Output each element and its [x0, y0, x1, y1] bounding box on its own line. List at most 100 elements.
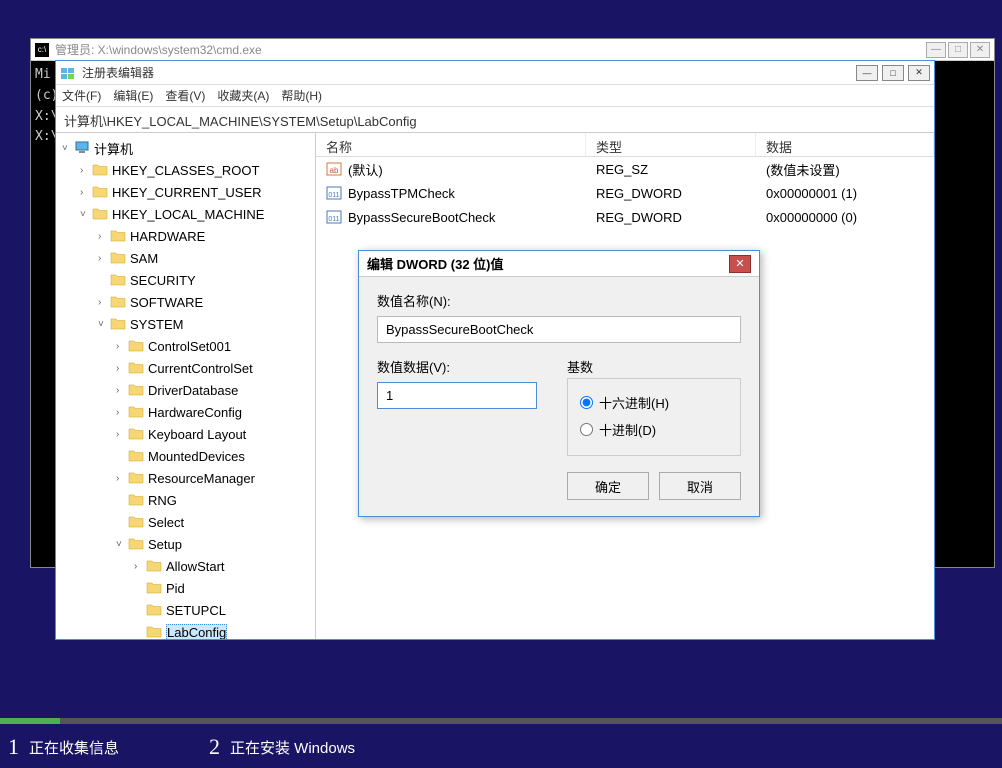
expand-icon[interactable]: › [116, 473, 128, 484]
tree-item[interactable]: ˅Setup [58, 533, 313, 555]
install-progress [0, 718, 1002, 724]
expand-icon[interactable]: › [80, 165, 92, 176]
menu-favorites[interactable]: 收藏夹(A) [217, 87, 269, 104]
col-data[interactable]: 数据 [756, 133, 934, 156]
tree-item[interactable]: RNG [58, 489, 313, 511]
dialog-title: 编辑 DWORD (32 位)值 [367, 254, 504, 273]
menu-edit[interactable]: 编辑(E) [113, 87, 153, 104]
tree-item[interactable]: Pid [58, 577, 313, 599]
value-icon: 011 [326, 209, 342, 225]
ok-button[interactable]: 确定 [567, 472, 649, 500]
edit-dword-dialog: 编辑 DWORD (32 位)值 ✕ 数值名称(N): BypassSecure… [358, 250, 760, 517]
radio-dec-input[interactable] [580, 423, 593, 436]
folder-icon [128, 339, 144, 353]
tree-item[interactable]: ›ResourceManager [58, 467, 313, 489]
folder-icon [128, 449, 144, 463]
list-row[interactable]: 011BypassTPMCheckREG_DWORD0x00000001 (1) [316, 181, 934, 205]
minimize-button[interactable]: — [856, 65, 878, 81]
maximize-button[interactable]: □ [948, 42, 968, 58]
radio-hex-input[interactable] [580, 396, 593, 409]
col-type[interactable]: 类型 [586, 133, 756, 156]
folder-icon [110, 295, 126, 309]
folder-icon [128, 515, 144, 529]
tree-item[interactable]: ›SOFTWARE [58, 291, 313, 313]
maximize-button[interactable]: □ [882, 65, 904, 81]
tree-item[interactable]: MountedDevices [58, 445, 313, 467]
tree-item[interactable]: ›Keyboard Layout [58, 423, 313, 445]
cmd-titlebar[interactable]: c:\ 管理员: X:\windows\system32\cmd.exe — □… [31, 39, 994, 61]
expand-icon[interactable]: ˅ [80, 209, 92, 220]
menu-help[interactable]: 帮助(H) [281, 87, 322, 104]
tree-item[interactable]: ›AllowStart [58, 555, 313, 577]
close-button[interactable]: ✕ [908, 65, 930, 81]
tree-item[interactable]: ›HardwareConfig [58, 401, 313, 423]
svg-text:011: 011 [328, 216, 339, 223]
tree-item[interactable]: LabConfig [58, 621, 313, 639]
expand-icon[interactable]: › [98, 231, 110, 242]
close-button[interactable]: ✕ [970, 42, 990, 58]
tree-item[interactable]: ›CurrentControlSet [58, 357, 313, 379]
expand-icon[interactable]: › [134, 561, 146, 572]
value-data-input[interactable] [377, 382, 537, 409]
expand-icon[interactable]: › [116, 341, 128, 352]
expand-icon[interactable]: › [98, 297, 110, 308]
tree-panel[interactable]: ˅计算机›HKEY_CLASSES_ROOT›HKEY_CURRENT_USER… [56, 133, 316, 639]
tree-item[interactable]: Select [58, 511, 313, 533]
dialog-titlebar[interactable]: 编辑 DWORD (32 位)值 ✕ [359, 251, 759, 277]
list-row[interactable]: 011BypassSecureBootCheckREG_DWORD0x00000… [316, 205, 934, 229]
folder-icon [128, 427, 144, 441]
expand-icon[interactable]: ˅ [98, 319, 110, 330]
tree-item[interactable]: ›DriverDatabase [58, 379, 313, 401]
tree-item[interactable]: SETUPCL [58, 599, 313, 621]
folder-icon [92, 163, 108, 177]
expand-icon[interactable]: ˅ [116, 539, 128, 550]
list-row[interactable]: ab(默认)REG_SZ(数值未设置) [316, 157, 934, 181]
tree-item[interactable]: ˅HKEY_LOCAL_MACHINE [58, 203, 313, 225]
tree-item[interactable]: ›HARDWARE [58, 225, 313, 247]
value-type: REG_DWORD [586, 184, 756, 203]
folder-icon [128, 361, 144, 375]
value-name-label: 数值名称(N): [377, 291, 741, 310]
expand-icon[interactable]: › [116, 407, 128, 418]
tree-item[interactable]: ›SAM [58, 247, 313, 269]
folder-icon [146, 603, 162, 617]
folder-icon [110, 273, 126, 287]
tree-item[interactable]: ›ControlSet001 [58, 335, 313, 357]
cancel-button[interactable]: 取消 [659, 472, 741, 500]
regedit-icon [60, 65, 76, 81]
folder-icon [128, 383, 144, 397]
folder-icon [110, 317, 126, 331]
folder-icon [146, 559, 162, 573]
address-bar[interactable]: 计算机\HKEY_LOCAL_MACHINE\SYSTEM\Setup\LabC… [56, 107, 934, 133]
expand-icon[interactable]: › [116, 429, 128, 440]
regedit-title: 注册表编辑器 [82, 64, 154, 81]
minimize-button[interactable]: — [926, 42, 946, 58]
value-type: REG_SZ [586, 160, 756, 179]
folder-icon [92, 185, 108, 199]
expand-icon[interactable]: › [116, 363, 128, 374]
value-data-label: 数值数据(V): [377, 357, 537, 376]
radio-dec[interactable]: 十进制(D) [580, 416, 728, 443]
svg-text:ab: ab [330, 166, 339, 175]
value-data: (数值未设置) [756, 158, 934, 181]
value-data: 0x00000001 (1) [756, 184, 934, 203]
tree-item[interactable]: ˅SYSTEM [58, 313, 313, 335]
tree-item[interactable]: ›HKEY_CURRENT_USER [58, 181, 313, 203]
expand-icon[interactable]: › [98, 253, 110, 264]
folder-icon [128, 405, 144, 419]
col-name[interactable]: 名称 [316, 133, 586, 156]
tree-item[interactable]: SECURITY [58, 269, 313, 291]
folder-icon [110, 229, 126, 243]
menu-file[interactable]: 文件(F) [62, 87, 101, 104]
menu-view[interactable]: 查看(V) [165, 87, 205, 104]
regedit-titlebar[interactable]: 注册表编辑器 — □ ✕ [56, 61, 934, 85]
expand-icon[interactable]: › [116, 385, 128, 396]
tree-item[interactable]: ›HKEY_CLASSES_ROOT [58, 159, 313, 181]
close-button[interactable]: ✕ [729, 255, 751, 273]
step2-number: 2 [209, 734, 220, 760]
step2-label: 正在安装 Windows [230, 737, 355, 758]
expand-icon[interactable]: › [80, 187, 92, 198]
tree-root[interactable]: ˅计算机 [58, 137, 313, 159]
folder-icon [128, 537, 144, 551]
radio-hex[interactable]: 十六进制(H) [580, 389, 728, 416]
